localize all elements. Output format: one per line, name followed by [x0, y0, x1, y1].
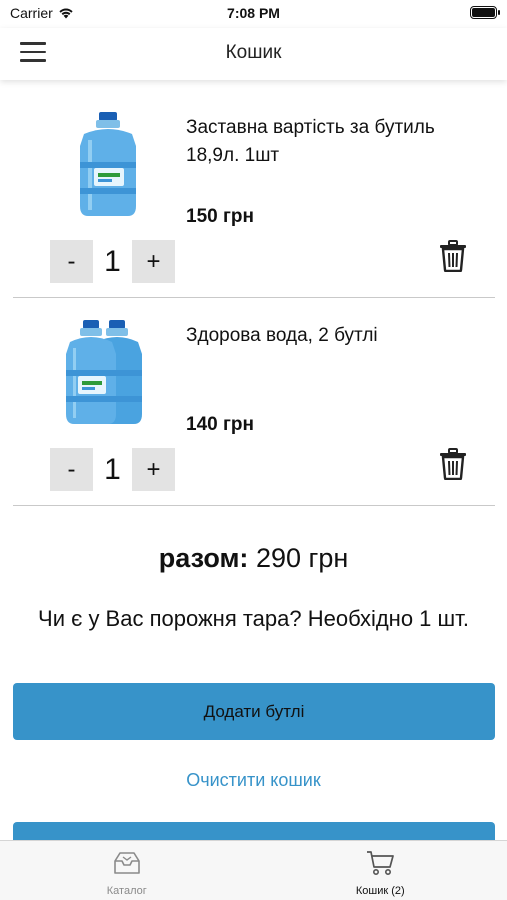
- trash-icon[interactable]: [439, 240, 467, 272]
- item-price: 150 грн: [186, 206, 254, 227]
- tab-label: Кошик (2): [355, 885, 405, 897]
- inbox-catalog-icon: [113, 852, 140, 874]
- empty-bottles-question: Чи є у Вас порожня тара? Необхідно 1 шт.: [38, 606, 469, 631]
- tab-bar: Каталог Кошик (2): [0, 840, 507, 900]
- status-bar: Carrier 7:08 PM: [0, 0, 507, 28]
- quantity-value: 1: [104, 244, 121, 278]
- nav-bar: Кошик: [0, 28, 507, 80]
- increase-quantity-button[interactable]: +: [132, 448, 175, 491]
- decrease-quantity-button[interactable]: -: [50, 240, 93, 283]
- item-name: Здорова вода, 2 бутлі: [186, 325, 378, 346]
- trash-icon[interactable]: [439, 448, 467, 480]
- quantity-stepper: - 1 +: [50, 448, 175, 491]
- tab-catalog[interactable]: Каталог: [0, 841, 254, 900]
- shopping-cart-icon: [367, 851, 395, 875]
- tab-label: Каталог: [106, 885, 147, 897]
- tab-cart[interactable]: Кошик (2): [254, 841, 507, 900]
- clock: 7:08 PM: [227, 5, 280, 21]
- item-price: 140 грн: [186, 414, 254, 435]
- item-name: Заставна вартість за бутиль 18,9л. 1шт: [186, 117, 435, 166]
- clear-cart-link[interactable]: Очистити кошик: [0, 770, 507, 791]
- total-label: разом:: [158, 543, 249, 573]
- page-title: Кошик: [225, 42, 282, 63]
- increase-quantity-button[interactable]: +: [132, 240, 175, 283]
- battery-icon: [470, 6, 500, 19]
- cart-item: Заставна вартість за бутиль 18,9л. 1шт 1…: [13, 90, 495, 298]
- add-bottles-button[interactable]: Додати бутлі: [13, 683, 495, 740]
- cart-total: разом: 290 грн: [0, 543, 507, 574]
- two-water-bottles-image: [66, 320, 142, 424]
- quantity-stepper: - 1 +: [50, 240, 175, 283]
- quantity-value: 1: [104, 452, 121, 486]
- water-bottle-image: [80, 112, 136, 216]
- total-value: 290 грн: [248, 543, 349, 573]
- decrease-quantity-button[interactable]: -: [50, 448, 93, 491]
- cart-item: Здорова вода, 2 бутлі 140 грн - 1 +: [13, 298, 495, 506]
